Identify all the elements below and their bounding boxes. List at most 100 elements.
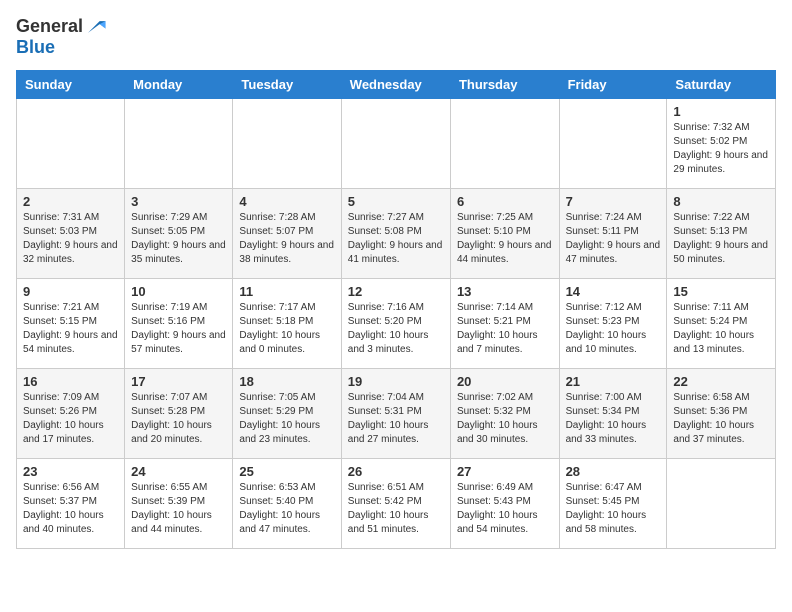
day-info: Sunrise: 7:25 AM Sunset: 5:10 PM Dayligh… [457, 211, 553, 267]
calendar-week-row: 16 Sunrise: 7:09 AM Sunset: 5:26 PM Dayli… [17, 369, 776, 459]
day-info: Sunrise: 7:14 AM Sunset: 5:21 PM Dayligh… [457, 301, 553, 357]
day-info: Sunrise: 7:11 AM Sunset: 5:24 PM Dayligh… [673, 301, 769, 357]
calendar-cell: 16 Sunrise: 7:09 AM Sunset: 5:26 PM Dayli… [17, 369, 125, 459]
calendar-cell: 26 Sunrise: 6:51 AM Sunset: 5:42 PM Dayli… [341, 459, 450, 549]
calendar-cell [17, 99, 125, 189]
day-number: 10 [131, 284, 226, 299]
calendar-cell: 6 Sunrise: 7:25 AM Sunset: 5:10 PM Daylig… [450, 189, 559, 279]
day-info: Sunrise: 7:32 AM Sunset: 5:02 PM Dayligh… [673, 121, 769, 177]
weekday-header: Thursday [450, 71, 559, 99]
calendar-cell [125, 99, 233, 189]
day-number: 26 [348, 464, 444, 479]
day-number: 16 [23, 374, 118, 389]
calendar-cell: 11 Sunrise: 7:17 AM Sunset: 5:18 PM Dayli… [233, 279, 341, 369]
calendar-cell: 20 Sunrise: 7:02 AM Sunset: 5:32 PM Dayli… [450, 369, 559, 459]
calendar-cell [450, 99, 559, 189]
day-info: Sunrise: 6:55 AM Sunset: 5:39 PM Dayligh… [131, 481, 226, 537]
calendar-cell: 19 Sunrise: 7:04 AM Sunset: 5:31 PM Dayli… [341, 369, 450, 459]
calendar-cell: 25Sunrise: 6:53 AM Sunset: 5:40 PM Dayli… [233, 459, 341, 549]
calendar-week-row: 9 Sunrise: 7:21 AM Sunset: 5:15 PM Daylig… [17, 279, 776, 369]
calendar-cell: 28Sunrise: 6:47 AM Sunset: 5:45 PM Dayli… [559, 459, 667, 549]
calendar-cell [233, 99, 341, 189]
day-number: 4 [239, 194, 334, 209]
day-info: Sunrise: 7:16 AM Sunset: 5:20 PM Dayligh… [348, 301, 444, 357]
calendar-cell: 8 Sunrise: 7:22 AM Sunset: 5:13 PM Daylig… [667, 189, 776, 279]
day-info: Sunrise: 7:19 AM Sunset: 5:16 PM Dayligh… [131, 301, 226, 357]
weekday-header: Sunday [17, 71, 125, 99]
day-info: Sunrise: 6:53 AM Sunset: 5:40 PM Dayligh… [239, 481, 334, 537]
day-info: Sunrise: 6:56 AM Sunset: 5:37 PM Dayligh… [23, 481, 118, 537]
calendar-cell: 21 Sunrise: 7:00 AM Sunset: 5:34 PM Dayli… [559, 369, 667, 459]
day-number: 14 [566, 284, 661, 299]
calendar-table: SundayMondayTuesdayWednesdayThursdayFrid… [16, 70, 776, 549]
day-number: 8 [673, 194, 769, 209]
day-number: 18 [239, 374, 334, 389]
day-number: 11 [239, 284, 334, 299]
logo-blue: Blue [16, 37, 55, 57]
weekday-header: Saturday [667, 71, 776, 99]
day-info: Sunrise: 7:02 AM Sunset: 5:32 PM Dayligh… [457, 391, 553, 447]
day-number: 12 [348, 284, 444, 299]
calendar-cell: 2Sunrise: 7:31 AM Sunset: 5:03 PM Daylig… [17, 189, 125, 279]
calendar-cell: 23 Sunrise: 6:56 AM Sunset: 5:37 PM Dayli… [17, 459, 125, 549]
weekday-header: Tuesday [233, 71, 341, 99]
day-info: Sunrise: 7:05 AM Sunset: 5:29 PM Dayligh… [239, 391, 334, 447]
day-number: 6 [457, 194, 553, 209]
day-number: 22 [673, 374, 769, 389]
calendar-cell: 18 Sunrise: 7:05 AM Sunset: 5:29 PM Dayli… [233, 369, 341, 459]
day-number: 24 [131, 464, 226, 479]
day-info: Sunrise: 7:17 AM Sunset: 5:18 PM Dayligh… [239, 301, 334, 357]
calendar-cell: 9 Sunrise: 7:21 AM Sunset: 5:15 PM Daylig… [17, 279, 125, 369]
day-info: Sunrise: 7:04 AM Sunset: 5:31 PM Dayligh… [348, 391, 444, 447]
day-number: 21 [566, 374, 661, 389]
calendar-cell: 27 Sunrise: 6:49 AM Sunset: 5:43 PM Dayli… [450, 459, 559, 549]
day-number: 27 [457, 464, 553, 479]
calendar-week-row: 1 Sunrise: 7:32 AM Sunset: 5:02 PM Daylig… [17, 99, 776, 189]
day-info: Sunrise: 6:58 AM Sunset: 5:36 PM Dayligh… [673, 391, 769, 447]
calendar-cell: 7 Sunrise: 7:24 AM Sunset: 5:11 PM Daylig… [559, 189, 667, 279]
calendar-cell: 24 Sunrise: 6:55 AM Sunset: 5:39 PM Dayli… [125, 459, 233, 549]
day-info: Sunrise: 6:49 AM Sunset: 5:43 PM Dayligh… [457, 481, 553, 537]
day-number: 17 [131, 374, 226, 389]
day-number: 3 [131, 194, 226, 209]
calendar-week-row: 23 Sunrise: 6:56 AM Sunset: 5:37 PM Dayli… [17, 459, 776, 549]
logo-icon [85, 16, 107, 38]
calendar-cell: 5Sunrise: 7:27 AM Sunset: 5:08 PM Daylig… [341, 189, 450, 279]
calendar-cell [667, 459, 776, 549]
calendar-cell: 14 Sunrise: 7:12 AM Sunset: 5:23 PM Dayli… [559, 279, 667, 369]
weekday-header-row: SundayMondayTuesdayWednesdayThursdayFrid… [17, 71, 776, 99]
calendar-week-row: 2Sunrise: 7:31 AM Sunset: 5:03 PM Daylig… [17, 189, 776, 279]
day-info: Sunrise: 7:00 AM Sunset: 5:34 PM Dayligh… [566, 391, 661, 447]
day-info: Sunrise: 7:29 AM Sunset: 5:05 PM Dayligh… [131, 211, 226, 267]
weekday-header: Monday [125, 71, 233, 99]
day-number: 9 [23, 284, 118, 299]
day-number: 20 [457, 374, 553, 389]
day-info: Sunrise: 7:28 AM Sunset: 5:07 PM Dayligh… [239, 211, 334, 267]
calendar-cell: 22 Sunrise: 6:58 AM Sunset: 5:36 PM Dayli… [667, 369, 776, 459]
calendar-cell [341, 99, 450, 189]
day-number: 1 [673, 104, 769, 119]
calendar-cell [559, 99, 667, 189]
logo: General Blue [16, 16, 107, 58]
page-header: General Blue [16, 16, 776, 58]
day-info: Sunrise: 7:31 AM Sunset: 5:03 PM Dayligh… [23, 211, 118, 267]
calendar-cell: 17Sunrise: 7:07 AM Sunset: 5:28 PM Dayli… [125, 369, 233, 459]
day-info: Sunrise: 6:51 AM Sunset: 5:42 PM Dayligh… [348, 481, 444, 537]
logo-general: General [16, 17, 83, 37]
day-number: 7 [566, 194, 661, 209]
weekday-header: Friday [559, 71, 667, 99]
day-number: 5 [348, 194, 444, 209]
day-number: 19 [348, 374, 444, 389]
day-info: Sunrise: 7:24 AM Sunset: 5:11 PM Dayligh… [566, 211, 661, 267]
day-info: Sunrise: 7:22 AM Sunset: 5:13 PM Dayligh… [673, 211, 769, 267]
calendar-cell: 13Sunrise: 7:14 AM Sunset: 5:21 PM Dayli… [450, 279, 559, 369]
day-info: Sunrise: 7:12 AM Sunset: 5:23 PM Dayligh… [566, 301, 661, 357]
day-info: Sunrise: 7:21 AM Sunset: 5:15 PM Dayligh… [23, 301, 118, 357]
day-info: Sunrise: 6:47 AM Sunset: 5:45 PM Dayligh… [566, 481, 661, 537]
calendar-cell: 12 Sunrise: 7:16 AM Sunset: 5:20 PM Dayli… [341, 279, 450, 369]
calendar-cell: 4 Sunrise: 7:28 AM Sunset: 5:07 PM Daylig… [233, 189, 341, 279]
day-info: Sunrise: 7:09 AM Sunset: 5:26 PM Dayligh… [23, 391, 118, 447]
day-number: 15 [673, 284, 769, 299]
day-number: 23 [23, 464, 118, 479]
calendar-cell: 15 Sunrise: 7:11 AM Sunset: 5:24 PM Dayli… [667, 279, 776, 369]
